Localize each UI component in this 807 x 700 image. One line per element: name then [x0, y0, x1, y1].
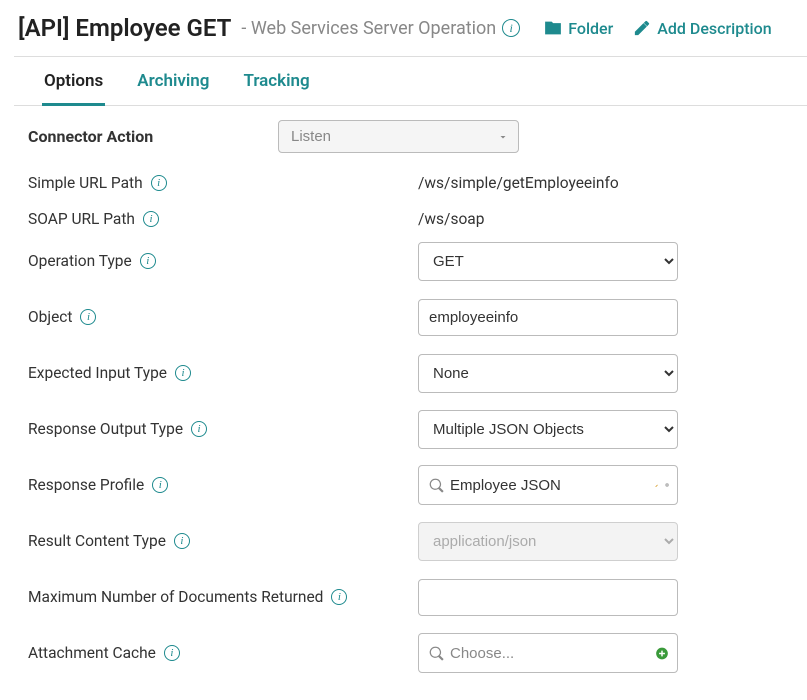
info-icon[interactable]: i — [143, 211, 159, 227]
label-object: Object i — [28, 308, 418, 326]
label-response-profile: Response Profile i — [28, 476, 418, 494]
label-response-profile-text: Response Profile — [28, 476, 144, 494]
info-icon[interactable]: i — [502, 19, 520, 37]
attachment-cache-lookup[interactable] — [418, 633, 678, 673]
row-object: Object i — [28, 297, 807, 337]
label-expected-input-type: Expected Input Type i — [28, 364, 418, 382]
info-icon[interactable]: i — [140, 253, 156, 269]
info-icon[interactable]: i — [164, 645, 180, 661]
folder-label: Folder — [568, 19, 613, 38]
folder-link[interactable]: Folder — [544, 19, 613, 38]
info-icon[interactable]: i — [191, 421, 207, 437]
row-soap-url: SOAP URL Path i /ws/soap — [28, 203, 807, 235]
label-attachment-cache: Attachment Cache i — [28, 644, 418, 662]
page-subtitle: - Web Services Server Operation — [241, 18, 496, 39]
response-output-type-select[interactable]: Multiple JSON Objects — [418, 410, 678, 449]
label-soap-url-text: SOAP URL Path — [28, 210, 135, 228]
row-result-content-type: Result Content Type i application/json — [28, 521, 807, 561]
label-response-output-type-text: Response Output Type — [28, 420, 183, 438]
info-icon[interactable]: i — [80, 309, 96, 325]
info-icon[interactable]: i — [175, 365, 191, 381]
value-simple-url: /ws/simple/getEmployeeinfo — [418, 174, 619, 192]
label-response-output-type: Response Output Type i — [28, 420, 418, 438]
folder-icon — [544, 19, 562, 37]
label-simple-url: Simple URL Path i — [28, 174, 418, 192]
tab-options[interactable]: Options — [42, 71, 105, 106]
attachment-cache-input[interactable] — [450, 645, 649, 662]
row-max-docs: Maximum Number of Documents Returned i — [28, 577, 807, 617]
result-content-type-select: application/json — [418, 522, 678, 561]
info-icon[interactable]: i — [174, 533, 190, 549]
connector-action-select — [278, 120, 519, 153]
row-simple-url: Simple URL Path i /ws/simple/getEmployee… — [28, 167, 807, 199]
row-attachment-cache: Attachment Cache i — [28, 633, 807, 673]
page-title: [API] Employee GET — [18, 14, 231, 42]
connector-action-select-wrap — [278, 120, 509, 153]
add-icon[interactable] — [655, 645, 669, 662]
row-expected-input-type: Expected Input Type i None — [28, 353, 807, 393]
pencil-icon[interactable] — [655, 478, 659, 493]
label-operation-type-text: Operation Type — [28, 252, 132, 270]
add-description-label: Add Description — [657, 19, 771, 38]
page-header: [API] Employee GET - Web Services Server… — [0, 0, 807, 56]
info-icon[interactable]: i — [152, 477, 168, 493]
info-icon[interactable]: i — [151, 175, 167, 191]
tab-archiving[interactable]: Archiving — [135, 71, 211, 106]
label-operation-type: Operation Type i — [28, 252, 418, 270]
max-docs-input[interactable] — [418, 579, 678, 616]
response-profile-lookup[interactable] — [418, 465, 678, 505]
row-operation-type: Operation Type i GET — [28, 241, 807, 281]
operation-type-select[interactable]: GET — [418, 242, 678, 281]
label-result-content-type: Result Content Type i — [28, 532, 418, 550]
row-response-output-type: Response Output Type i Multiple JSON Obj… — [28, 409, 807, 449]
tab-tracking[interactable]: Tracking — [241, 71, 311, 106]
label-simple-url-text: Simple URL Path — [28, 174, 143, 192]
expected-input-type-select[interactable]: None — [418, 354, 678, 393]
add-description-link[interactable]: Add Description — [633, 19, 771, 38]
response-profile-input[interactable] — [450, 477, 649, 494]
search-icon — [429, 646, 444, 661]
search-icon — [429, 478, 444, 493]
header-actions: Folder Add Description — [544, 19, 771, 38]
value-soap-url: /ws/soap — [418, 210, 484, 228]
label-connector-action: Connector Action — [28, 127, 278, 146]
label-object-text: Object — [28, 308, 72, 326]
row-connector-action: Connector Action — [28, 120, 807, 153]
options-form: Connector Action Simple URL Path i /ws/s… — [0, 106, 807, 673]
info-icon[interactable]: i — [331, 589, 347, 605]
row-response-profile: Response Profile i — [28, 465, 807, 505]
label-expected-input-type-text: Expected Input Type — [28, 364, 167, 382]
tab-bar: Options Archiving Tracking — [0, 57, 807, 106]
label-max-docs: Maximum Number of Documents Returned i — [28, 588, 418, 606]
label-max-docs-text: Maximum Number of Documents Returned — [28, 588, 323, 606]
label-result-content-type-text: Result Content Type — [28, 532, 166, 550]
object-input[interactable] — [418, 299, 678, 336]
pencil-icon — [633, 19, 651, 37]
clear-icon[interactable] — [665, 477, 669, 493]
label-soap-url: SOAP URL Path i — [28, 210, 418, 228]
label-attachment-cache-text: Attachment Cache — [28, 644, 156, 662]
